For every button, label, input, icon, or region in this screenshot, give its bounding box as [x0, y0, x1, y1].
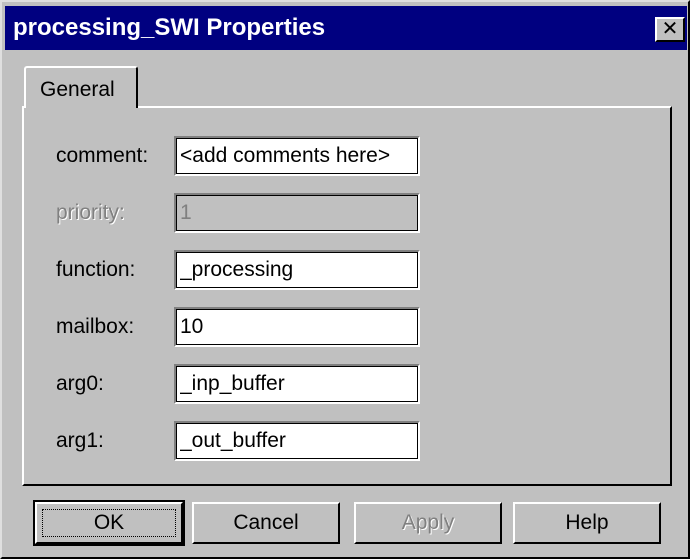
- arg0-label: arg0:: [56, 372, 104, 395]
- title-bar[interactable]: processing_SWI Properties ✕: [5, 6, 687, 50]
- comment-field[interactable]: [174, 136, 420, 176]
- tab-general[interactable]: General: [24, 66, 138, 108]
- arg1-field[interactable]: [174, 421, 420, 461]
- mailbox-label: mailbox:: [56, 315, 135, 338]
- cancel-button[interactable]: Cancel: [192, 502, 340, 544]
- ok-button-label: OK: [93, 511, 125, 534]
- arg1-label: arg1:: [56, 429, 104, 452]
- apply-button: Apply: [354, 502, 502, 544]
- cancel-button-label: Cancel: [233, 511, 299, 534]
- general-tab-panel: comment: priority: function: mailbox: ar…: [22, 106, 672, 486]
- close-icon: ✕: [661, 18, 679, 40]
- priority-field: [174, 193, 420, 233]
- mailbox-field[interactable]: [174, 307, 420, 347]
- priority-label: priority:: [56, 201, 125, 224]
- comment-label: comment:: [56, 144, 149, 167]
- tab-general-label: General: [40, 78, 115, 101]
- function-label: function:: [56, 258, 136, 281]
- apply-button-label: Apply: [401, 511, 455, 534]
- function-field[interactable]: [174, 250, 420, 290]
- help-button[interactable]: Help: [513, 502, 661, 544]
- arg0-field[interactable]: [174, 364, 420, 404]
- window-title: processing_SWI Properties: [13, 14, 326, 41]
- ok-button[interactable]: OK: [33, 500, 185, 546]
- properties-dialog: processing_SWI Properties ✕ General comm…: [0, 0, 690, 559]
- close-button[interactable]: ✕: [655, 17, 685, 42]
- help-button-label: Help: [565, 511, 609, 534]
